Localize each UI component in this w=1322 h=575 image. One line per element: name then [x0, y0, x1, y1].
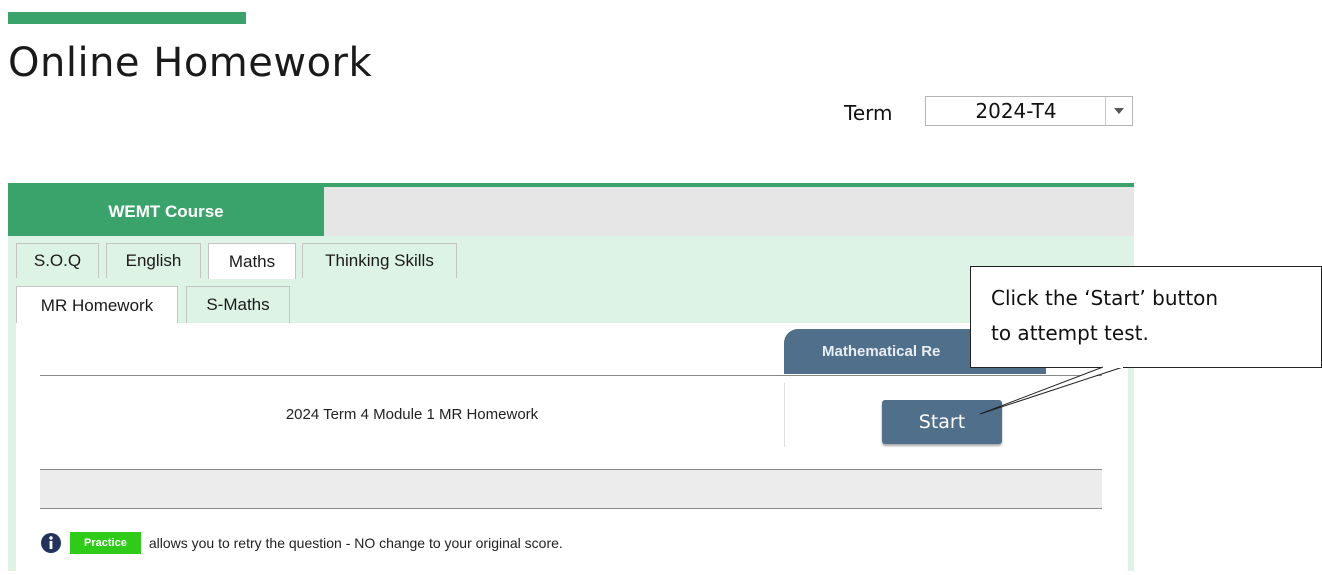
column-divider [784, 383, 785, 447]
tab-thinking-skills[interactable]: Thinking Skills [302, 243, 457, 278]
tab-soq[interactable]: S.O.Q [16, 243, 99, 278]
homework-content: Mathematical Re 2024 Term 4 Module 1 MR … [16, 323, 1128, 575]
practice-badge: Practice [70, 532, 141, 554]
tab-s-maths[interactable]: S-Maths [186, 286, 290, 323]
callout-line-1: Click the ‘Start’ button [991, 286, 1219, 310]
callout-line-2: to attempt test. [991, 321, 1149, 345]
tab-maths[interactable]: Maths [208, 243, 296, 279]
tab-english[interactable]: English [106, 243, 201, 278]
term-selected-value: 2024-T4 [975, 99, 1057, 123]
practice-info-text: allows you to retry the question - NO ch… [148, 535, 563, 551]
page-title: Online Homework [8, 40, 373, 86]
practice-info: Practice allows you to retry the questio… [40, 531, 563, 555]
term-select[interactable]: 2024-T4 [925, 96, 1133, 126]
dropdown-arrow-icon[interactable] [1105, 97, 1132, 125]
info-icon [41, 533, 61, 553]
brand-bar [8, 12, 246, 24]
empty-table-row [40, 469, 1102, 509]
table-divider [40, 375, 1102, 376]
term-label: Term [844, 101, 893, 125]
tab-wemt-course[interactable]: WEMT Course [8, 187, 324, 236]
instruction-callout: Click the ‘Start’ button to attempt test… [970, 266, 1322, 368]
callout-text: Click the ‘Start’ button to attempt test… [991, 281, 1218, 351]
course-panel: WEMT Course S.O.Q English Maths Thinking… [8, 183, 1134, 575]
homework-title: 2024 Term 4 Module 1 MR Homework [285, 406, 539, 423]
tab-mr-homework[interactable]: MR Homework [16, 286, 178, 325]
start-button[interactable]: Start [882, 400, 1002, 444]
